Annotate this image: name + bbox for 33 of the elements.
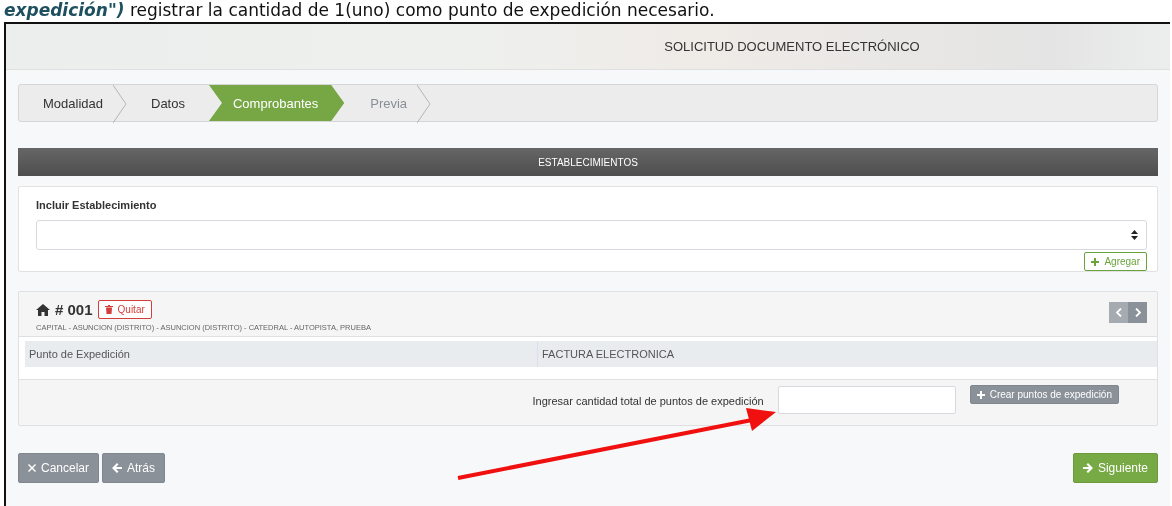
establishment-select[interactable] bbox=[36, 220, 1147, 250]
close-icon bbox=[28, 464, 36, 472]
step-tab[interactable]: Comprobantes bbox=[208, 85, 345, 121]
quantity-field[interactable] bbox=[777, 386, 956, 414]
field-label: Incluir Establecimiento bbox=[36, 199, 158, 211]
step-tab[interactable]: Modalidad bbox=[19, 85, 125, 121]
plus-icon bbox=[976, 390, 985, 399]
arrow-left-icon bbox=[112, 463, 123, 473]
plus-icon bbox=[1091, 257, 1100, 266]
create-button[interactable]: Crear puntos de expedición bbox=[969, 385, 1119, 404]
step-tab[interactable]: Datos bbox=[127, 85, 207, 121]
arrow-right-icon bbox=[1082, 463, 1093, 473]
section-bar: ESTABLECIMIENTOS bbox=[18, 148, 1158, 176]
trash-icon bbox=[104, 305, 113, 314]
next-button[interactable] bbox=[1128, 302, 1147, 323]
next-button[interactable]: Siguiente bbox=[1072, 453, 1158, 483]
quantity-label: Ingresar cantidad total de puntos de expedición bbox=[532, 395, 764, 407]
establishment-number: # 001 bbox=[55, 301, 93, 318]
back-button[interactable]: Atrás bbox=[102, 453, 166, 483]
add-button[interactable]: Agregar bbox=[1084, 252, 1147, 271]
step-separator bbox=[113, 85, 127, 123]
home-icon bbox=[36, 303, 50, 316]
chevron-right-icon bbox=[1134, 308, 1141, 317]
cancel-button[interactable]: Cancelar bbox=[18, 453, 100, 483]
column-header: Punto de Expedición bbox=[25, 341, 538, 367]
previous-button[interactable] bbox=[1109, 302, 1128, 323]
chevron-left-icon bbox=[1115, 308, 1122, 317]
step-separator bbox=[417, 85, 432, 123]
column-header: FACTURA ELECTRONICA bbox=[537, 341, 1157, 367]
sort-icon bbox=[1131, 230, 1138, 240]
window-title: SOLICITUD DOCUMENTO ELECTRÓNICO bbox=[664, 39, 920, 54]
instruction-text: expedición") registrar la cantidad de 1(uno) como punto de expedición necesario. bbox=[3, 0, 716, 22]
remove-button[interactable]: Quitar bbox=[97, 300, 152, 319]
